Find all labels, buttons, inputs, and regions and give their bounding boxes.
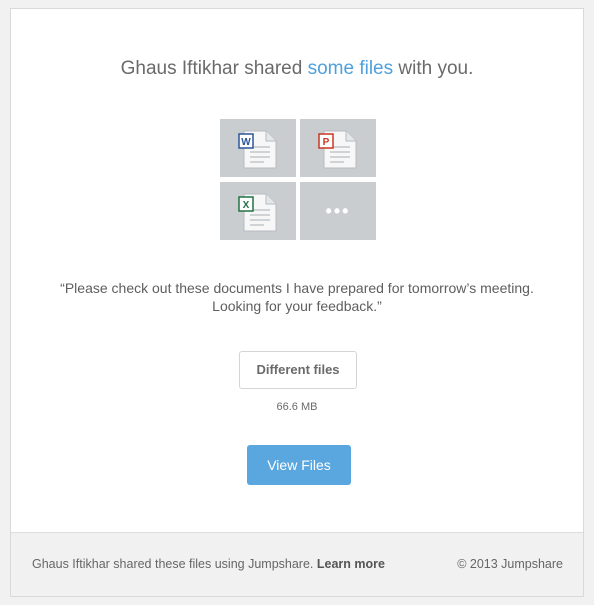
share-card: Ghaus Iftikhar shared some files with yo… bbox=[10, 8, 584, 597]
word-document-icon: W bbox=[238, 130, 277, 169]
excel-file-tile[interactable]: X bbox=[220, 182, 296, 240]
share-message: “Please check out these documents I have… bbox=[31, 279, 563, 315]
copyright: © 2013 Jumpshare bbox=[457, 557, 563, 571]
more-files-icon: ••• bbox=[325, 201, 351, 221]
footer-attribution: Ghaus Iftikhar shared these files using … bbox=[32, 533, 385, 595]
footer: Ghaus Iftikhar shared these files using … bbox=[11, 532, 583, 596]
view-files-button[interactable]: View Files bbox=[247, 445, 351, 485]
share-headline: Ghaus Iftikhar shared some files with yo… bbox=[11, 58, 583, 80]
sender-name: Ghaus Iftikhar bbox=[120, 58, 239, 79]
word-file-tile[interactable]: W bbox=[220, 119, 296, 177]
word-badge: W bbox=[241, 137, 251, 148]
learn-more-link[interactable]: Learn more bbox=[317, 557, 385, 571]
powerpoint-document-icon: P bbox=[318, 130, 357, 169]
more-files-tile[interactable]: ••• bbox=[300, 182, 376, 240]
message-line-1: “Please check out these documents I have… bbox=[60, 280, 534, 296]
excel-badge: X bbox=[243, 200, 250, 211]
footer-text: Ghaus Iftikhar shared these files using … bbox=[32, 557, 314, 571]
file-thumbnail-grid: W P X ••• bbox=[220, 119, 376, 240]
share-content: Ghaus Iftikhar shared some files with yo… bbox=[11, 9, 583, 534]
some-files-link[interactable]: some files bbox=[308, 58, 394, 79]
powerpoint-file-tile[interactable]: P bbox=[300, 119, 376, 177]
powerpoint-badge: P bbox=[323, 137, 330, 148]
share-action: shared bbox=[244, 58, 303, 79]
excel-document-icon: X bbox=[238, 193, 277, 232]
message-line-2: Looking for your feedback.” bbox=[212, 298, 382, 314]
different-files-button[interactable]: Different files bbox=[239, 351, 357, 389]
total-size: 66.6 MB bbox=[276, 401, 318, 413]
headline-suffix: with you. bbox=[398, 58, 474, 79]
